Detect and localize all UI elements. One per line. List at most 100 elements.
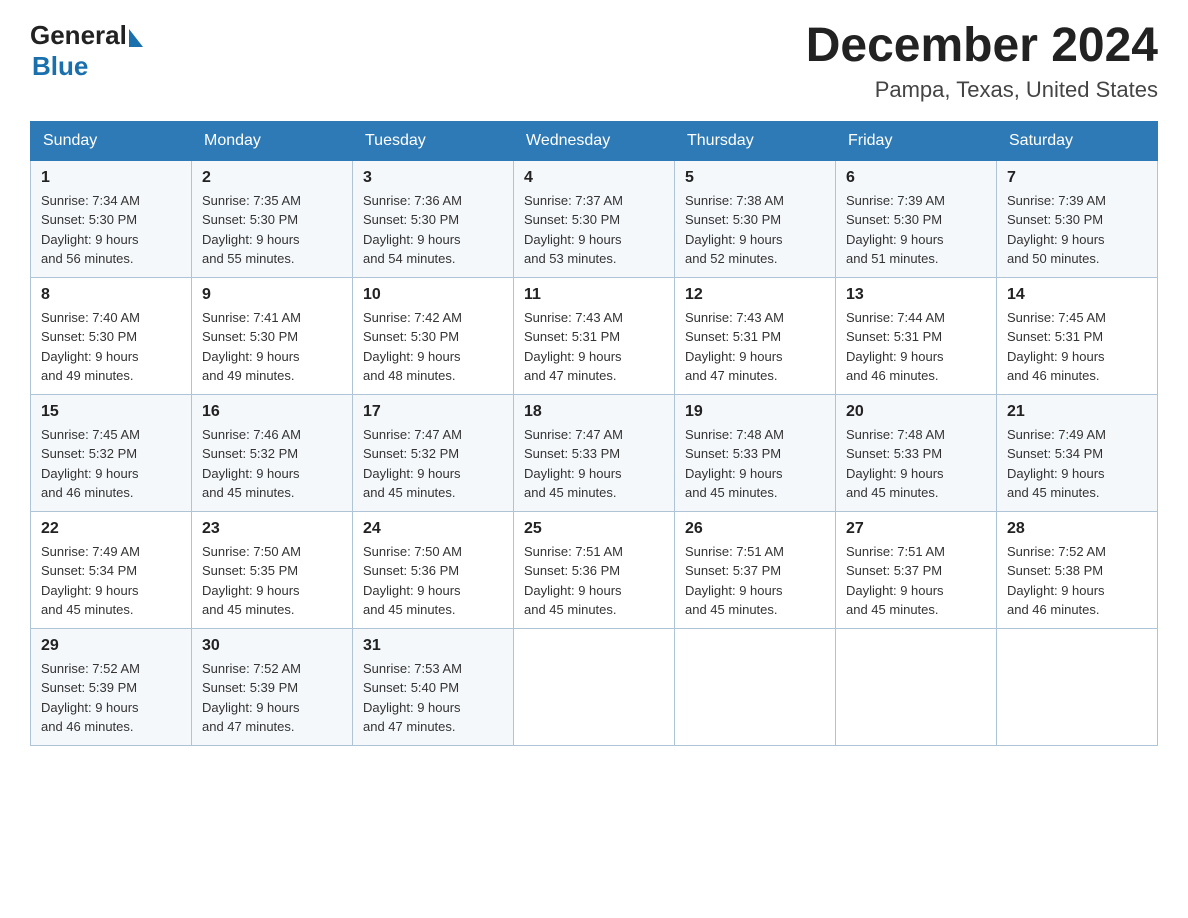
calendar-cell: 31 Sunrise: 7:53 AMSunset: 5:40 PMDaylig… [353,628,514,745]
day-info: Sunrise: 7:38 AMSunset: 5:30 PMDaylight:… [685,193,784,267]
day-info: Sunrise: 7:46 AMSunset: 5:32 PMDaylight:… [202,427,301,501]
day-info: Sunrise: 7:47 AMSunset: 5:33 PMDaylight:… [524,427,623,501]
calendar-cell: 3 Sunrise: 7:36 AMSunset: 5:30 PMDayligh… [353,160,514,277]
day-info: Sunrise: 7:37 AMSunset: 5:30 PMDaylight:… [524,193,623,267]
day-info: Sunrise: 7:48 AMSunset: 5:33 PMDaylight:… [846,427,945,501]
day-number: 23 [202,520,342,538]
col-monday: Monday [192,121,353,160]
day-number: 9 [202,286,342,304]
logo-arrow-icon [129,29,143,47]
day-number: 6 [846,169,986,187]
day-number: 8 [41,286,181,304]
day-number: 2 [202,169,342,187]
day-info: Sunrise: 7:48 AMSunset: 5:33 PMDaylight:… [685,427,784,501]
calendar-cell: 19 Sunrise: 7:48 AMSunset: 5:33 PMDaylig… [675,394,836,511]
calendar-cell: 23 Sunrise: 7:50 AMSunset: 5:35 PMDaylig… [192,511,353,628]
calendar-cell: 15 Sunrise: 7:45 AMSunset: 5:32 PMDaylig… [31,394,192,511]
day-info: Sunrise: 7:51 AMSunset: 5:37 PMDaylight:… [685,544,784,618]
col-wednesday: Wednesday [514,121,675,160]
day-info: Sunrise: 7:51 AMSunset: 5:36 PMDaylight:… [524,544,623,618]
day-info: Sunrise: 7:44 AMSunset: 5:31 PMDaylight:… [846,310,945,384]
calendar-cell: 28 Sunrise: 7:52 AMSunset: 5:38 PMDaylig… [997,511,1158,628]
logo: General Blue [30,20,143,82]
calendar-cell: 18 Sunrise: 7:47 AMSunset: 5:33 PMDaylig… [514,394,675,511]
day-number: 27 [846,520,986,538]
calendar-cell: 16 Sunrise: 7:46 AMSunset: 5:32 PMDaylig… [192,394,353,511]
day-info: Sunrise: 7:47 AMSunset: 5:32 PMDaylight:… [363,427,462,501]
calendar-cell: 27 Sunrise: 7:51 AMSunset: 5:37 PMDaylig… [836,511,997,628]
day-info: Sunrise: 7:36 AMSunset: 5:30 PMDaylight:… [363,193,462,267]
calendar-week-row: 22 Sunrise: 7:49 AMSunset: 5:34 PMDaylig… [31,511,1158,628]
day-info: Sunrise: 7:35 AMSunset: 5:30 PMDaylight:… [202,193,301,267]
day-info: Sunrise: 7:53 AMSunset: 5:40 PMDaylight:… [363,661,462,735]
calendar-cell: 4 Sunrise: 7:37 AMSunset: 5:30 PMDayligh… [514,160,675,277]
calendar-cell: 5 Sunrise: 7:38 AMSunset: 5:30 PMDayligh… [675,160,836,277]
calendar-cell: 25 Sunrise: 7:51 AMSunset: 5:36 PMDaylig… [514,511,675,628]
days-of-week-row: Sunday Monday Tuesday Wednesday Thursday… [31,121,1158,160]
day-number: 11 [524,286,664,304]
day-number: 3 [363,169,503,187]
day-info: Sunrise: 7:42 AMSunset: 5:30 PMDaylight:… [363,310,462,384]
day-info: Sunrise: 7:49 AMSunset: 5:34 PMDaylight:… [41,544,140,618]
calendar-table: Sunday Monday Tuesday Wednesday Thursday… [30,121,1158,746]
calendar-cell: 12 Sunrise: 7:43 AMSunset: 5:31 PMDaylig… [675,277,836,394]
col-tuesday: Tuesday [353,121,514,160]
calendar-cell: 20 Sunrise: 7:48 AMSunset: 5:33 PMDaylig… [836,394,997,511]
day-info: Sunrise: 7:45 AMSunset: 5:32 PMDaylight:… [41,427,140,501]
day-number: 22 [41,520,181,538]
day-number: 5 [685,169,825,187]
col-friday: Friday [836,121,997,160]
calendar-cell: 1 Sunrise: 7:34 AMSunset: 5:30 PMDayligh… [31,160,192,277]
calendar-cell [836,628,997,745]
day-number: 26 [685,520,825,538]
day-info: Sunrise: 7:49 AMSunset: 5:34 PMDaylight:… [1007,427,1106,501]
day-number: 15 [41,403,181,421]
day-info: Sunrise: 7:39 AMSunset: 5:30 PMDaylight:… [1007,193,1106,267]
day-info: Sunrise: 7:52 AMSunset: 5:38 PMDaylight:… [1007,544,1106,618]
calendar-cell: 6 Sunrise: 7:39 AMSunset: 5:30 PMDayligh… [836,160,997,277]
day-number: 19 [685,403,825,421]
calendar-body: 1 Sunrise: 7:34 AMSunset: 5:30 PMDayligh… [31,160,1158,745]
day-info: Sunrise: 7:50 AMSunset: 5:36 PMDaylight:… [363,544,462,618]
calendar-cell: 17 Sunrise: 7:47 AMSunset: 5:32 PMDaylig… [353,394,514,511]
col-thursday: Thursday [675,121,836,160]
day-info: Sunrise: 7:34 AMSunset: 5:30 PMDaylight:… [41,193,140,267]
calendar-cell: 30 Sunrise: 7:52 AMSunset: 5:39 PMDaylig… [192,628,353,745]
calendar-cell: 7 Sunrise: 7:39 AMSunset: 5:30 PMDayligh… [997,160,1158,277]
calendar-cell [675,628,836,745]
calendar-header: Sunday Monday Tuesday Wednesday Thursday… [31,121,1158,160]
day-info: Sunrise: 7:43 AMSunset: 5:31 PMDaylight:… [685,310,784,384]
calendar-cell: 2 Sunrise: 7:35 AMSunset: 5:30 PMDayligh… [192,160,353,277]
calendar-cell: 14 Sunrise: 7:45 AMSunset: 5:31 PMDaylig… [997,277,1158,394]
day-number: 7 [1007,169,1147,187]
calendar-week-row: 8 Sunrise: 7:40 AMSunset: 5:30 PMDayligh… [31,277,1158,394]
day-number: 20 [846,403,986,421]
calendar-subtitle: Pampa, Texas, United States [806,77,1158,103]
calendar-cell: 26 Sunrise: 7:51 AMSunset: 5:37 PMDaylig… [675,511,836,628]
calendar-cell [997,628,1158,745]
calendar-cell: 9 Sunrise: 7:41 AMSunset: 5:30 PMDayligh… [192,277,353,394]
day-number: 29 [41,637,181,655]
day-number: 28 [1007,520,1147,538]
calendar-cell: 8 Sunrise: 7:40 AMSunset: 5:30 PMDayligh… [31,277,192,394]
day-number: 13 [846,286,986,304]
day-number: 30 [202,637,342,655]
calendar-cell: 11 Sunrise: 7:43 AMSunset: 5:31 PMDaylig… [514,277,675,394]
calendar-week-row: 29 Sunrise: 7:52 AMSunset: 5:39 PMDaylig… [31,628,1158,745]
title-block: December 2024 Pampa, Texas, United State… [806,20,1158,103]
calendar-cell [514,628,675,745]
day-number: 18 [524,403,664,421]
day-info: Sunrise: 7:39 AMSunset: 5:30 PMDaylight:… [846,193,945,267]
col-saturday: Saturday [997,121,1158,160]
day-number: 24 [363,520,503,538]
calendar-cell: 29 Sunrise: 7:52 AMSunset: 5:39 PMDaylig… [31,628,192,745]
calendar-title: December 2024 [806,20,1158,73]
calendar-week-row: 1 Sunrise: 7:34 AMSunset: 5:30 PMDayligh… [31,160,1158,277]
day-number: 14 [1007,286,1147,304]
calendar-cell: 22 Sunrise: 7:49 AMSunset: 5:34 PMDaylig… [31,511,192,628]
calendar-week-row: 15 Sunrise: 7:45 AMSunset: 5:32 PMDaylig… [31,394,1158,511]
day-number: 17 [363,403,503,421]
day-number: 16 [202,403,342,421]
day-number: 25 [524,520,664,538]
calendar-cell: 10 Sunrise: 7:42 AMSunset: 5:30 PMDaylig… [353,277,514,394]
